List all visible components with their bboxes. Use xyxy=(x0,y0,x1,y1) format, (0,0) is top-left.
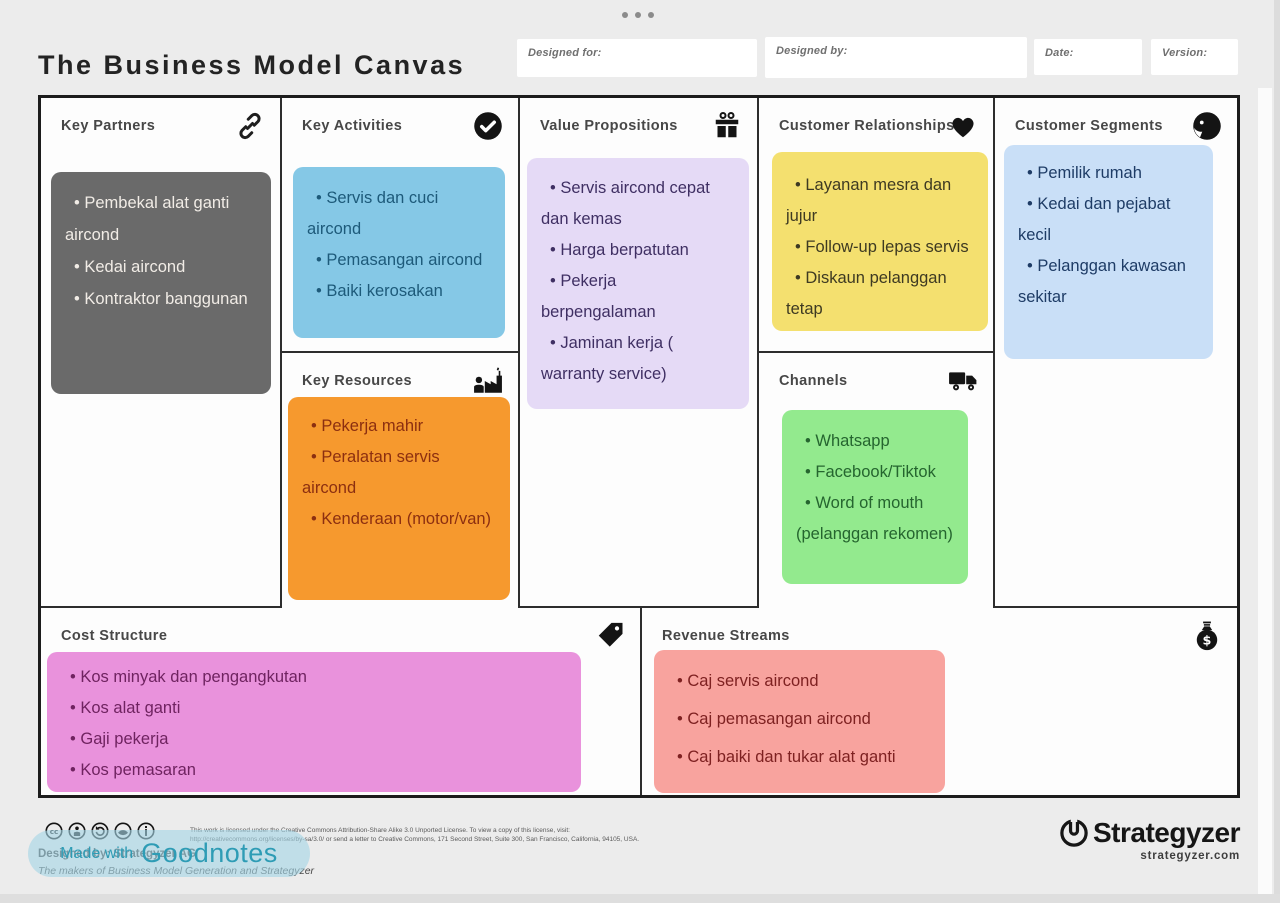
section-title: Customer Segments xyxy=(1015,118,1163,134)
watermark-prefix: Made with xyxy=(60,845,133,863)
note-item: Jaminan kerja ( warranty service) xyxy=(541,328,735,390)
ellipsis-menu-icon[interactable] xyxy=(622,12,654,18)
designed-for-field[interactable]: Designed for: xyxy=(517,39,757,77)
section-key-resources: Key Resources Pekerja mahirPeralatan ser… xyxy=(282,353,520,608)
note-item: Kos pemasaran xyxy=(61,755,567,786)
strategyzer-wordmark: Strategyzer xyxy=(1093,817,1240,849)
note-item: Pekerja berpengalaman xyxy=(541,266,735,328)
tag-icon xyxy=(595,621,625,651)
designed-by-field[interactable]: Designed by: xyxy=(765,37,1027,78)
note-item: Kedai dan pejabat kecil xyxy=(1018,189,1199,251)
note-item: Peralatan servis aircond xyxy=(302,442,496,504)
note-item: Servis aircond cepat dan kemas xyxy=(541,173,735,235)
person-circle-icon xyxy=(1192,111,1222,141)
truck-icon xyxy=(948,366,978,396)
strategyzer-url: strategyzer.com xyxy=(1028,850,1240,862)
sticky-note-customer-segments[interactable]: Pemilik rumahKedai dan pejabat kecilPela… xyxy=(1004,145,1213,359)
note-item: Layanan mesra dan jujur xyxy=(786,170,974,232)
sticky-note-key-partners[interactable]: Pembekal alat ganti aircondKedai aircond… xyxy=(51,172,271,394)
section-cost-structure: Cost Structure Kos minyak dan pengangkut… xyxy=(41,608,642,795)
note-item: Pemilik rumah xyxy=(1018,158,1199,189)
note-item: Pembekal alat ganti aircond xyxy=(65,187,257,251)
strategyzer-mark-icon xyxy=(1059,818,1089,848)
goodnotes-watermark: Made with Goodnotes xyxy=(28,830,310,877)
note-item: Gaji pekerja xyxy=(61,724,567,755)
note-item: Pekerja mahir xyxy=(302,411,496,442)
section-customer-relationships: Customer Relationships Layanan mesra dan… xyxy=(759,98,995,353)
note-item: Servis dan cuci aircond xyxy=(307,183,491,245)
note-item: Caj servis aircond xyxy=(668,662,931,700)
section-title: Revenue Streams xyxy=(662,628,790,644)
svg-text:$: $ xyxy=(1203,634,1212,649)
goodnotes-logo: Goodnotes xyxy=(141,838,278,869)
section-key-partners: Key Partners Pembekal alat ganti aircond… xyxy=(41,98,282,608)
section-title: Value Propositions xyxy=(540,118,678,134)
section-key-activities: Key Activities Servis dan cuci aircondPe… xyxy=(282,98,520,353)
sticky-note-cost-structure[interactable]: Kos minyak dan pengangkutanKos alat gant… xyxy=(47,652,581,792)
section-value-propositions: Value Propositions Servis aircond cepat … xyxy=(520,98,759,608)
date-label: Date: xyxy=(1034,39,1142,59)
designed-for-label: Designed for: xyxy=(517,39,757,59)
check-circle-icon xyxy=(473,111,503,141)
window-bottom-edge xyxy=(0,894,1280,903)
page-edge-strip xyxy=(1258,88,1272,903)
sticky-note-value-propositions[interactable]: Servis aircond cepat dan kemasHarga berp… xyxy=(527,158,749,409)
note-item: Kontraktor banggunan xyxy=(65,283,257,315)
note-item: Follow-up lepas servis xyxy=(786,232,974,263)
date-field[interactable]: Date: xyxy=(1034,39,1142,75)
section-title: Cost Structure xyxy=(61,628,167,644)
note-item: Kenderaan (motor/van) xyxy=(302,504,496,535)
sticky-note-revenue-streams[interactable]: Caj servis aircondCaj pemasangan aircond… xyxy=(654,650,945,793)
sticky-note-customer-relationships[interactable]: Layanan mesra dan jujurFollow-up lepas s… xyxy=(772,152,988,331)
sticky-note-key-activities[interactable]: Servis dan cuci aircondPemasangan aircon… xyxy=(293,167,505,338)
note-item: Whatsapp xyxy=(796,426,954,457)
page-title: The Business Model Canvas xyxy=(38,50,465,81)
section-title: Customer Relationships xyxy=(779,118,955,134)
note-item: Kedai aircond xyxy=(65,251,257,283)
version-field[interactable]: Version: xyxy=(1151,39,1238,75)
section-title: Key Activities xyxy=(302,118,402,134)
gift-icon xyxy=(712,111,742,141)
sticky-note-key-resources[interactable]: Pekerja mahirPeralatan servis aircondKen… xyxy=(288,397,510,600)
section-title: Key Resources xyxy=(302,373,412,389)
link-icon xyxy=(235,111,265,141)
factory-person-icon xyxy=(473,366,503,396)
note-item: Kos alat ganti xyxy=(61,693,567,724)
note-item: Kos minyak dan pengangkutan xyxy=(61,662,567,693)
section-revenue-streams: Revenue Streams $ Caj servis aircondCaj … xyxy=(642,608,1237,795)
business-model-canvas: Key Partners Pembekal alat ganti aircond… xyxy=(38,95,1240,798)
window-right-edge xyxy=(1274,0,1280,903)
note-item: Caj pemasangan aircond xyxy=(668,700,931,738)
strategyzer-logo: Strategyzer strategyzer.com xyxy=(1028,817,1240,862)
note-item: Baiki kerosakan xyxy=(307,276,491,307)
sticky-note-channels[interactable]: WhatsappFacebook/TiktokWord of mouth (pe… xyxy=(782,410,968,584)
section-customer-segments: Customer Segments Pemilik rumahKedai dan… xyxy=(995,98,1237,608)
note-item: Word of mouth (pelanggan rekomen) xyxy=(796,488,954,550)
section-channels: Channels WhatsappFacebook/TiktokWord of … xyxy=(759,353,995,608)
money-bag-icon: $ xyxy=(1192,621,1222,651)
version-label: Version: xyxy=(1151,39,1238,59)
note-item: Pemasangan aircond xyxy=(307,245,491,276)
note-item: Pelanggan kawasan sekitar xyxy=(1018,251,1199,313)
note-item: Diskaun pelanggan tetap xyxy=(786,263,974,325)
section-title: Key Partners xyxy=(61,118,155,134)
heart-icon xyxy=(948,111,978,141)
designed-by-label: Designed by: xyxy=(765,37,1027,57)
note-item: Caj baiki dan tukar alat ganti xyxy=(668,738,931,776)
note-item: Facebook/Tiktok xyxy=(796,457,954,488)
section-title: Channels xyxy=(779,373,847,389)
note-item: Harga berpatutan xyxy=(541,235,735,266)
